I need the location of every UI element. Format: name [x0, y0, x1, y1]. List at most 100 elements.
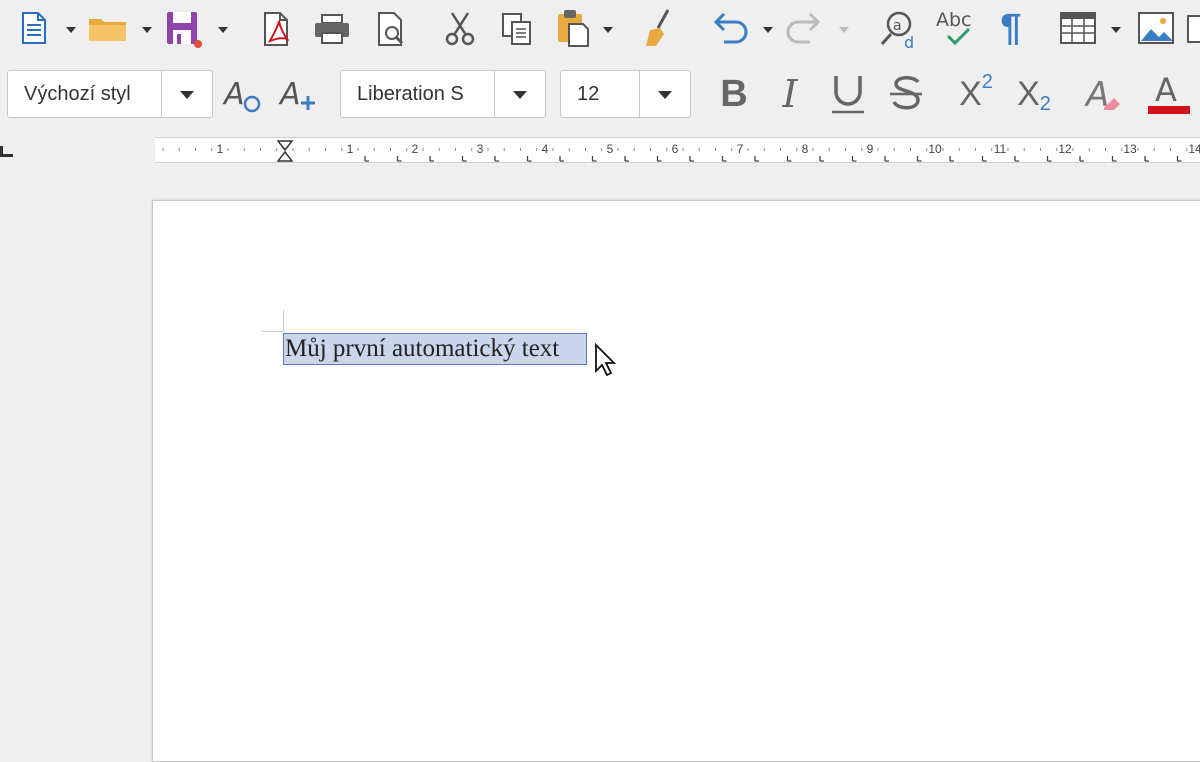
ruler-label: 10 [928, 142, 942, 156]
new-dropdown-arrow[interactable] [66, 27, 76, 33]
underline-icon[interactable] [826, 70, 870, 118]
cut-icon[interactable] [442, 10, 478, 48]
ruler-label: 1 [347, 142, 354, 156]
ruler-label: 14 [1188, 142, 1200, 156]
open-folder-icon[interactable] [86, 12, 130, 44]
ruler-tab-stop [1014, 156, 1019, 162]
new-document-icon[interactable] [18, 10, 50, 46]
ruler-label: 9 [867, 142, 874, 156]
ruler-tab-stop [624, 156, 629, 162]
ruler-tab-stop [981, 156, 987, 162]
svg-text:A: A [1155, 71, 1177, 109]
svg-text:A: A [278, 77, 301, 112]
ruler-tab-stop [949, 156, 954, 162]
export-pdf-icon[interactable] [258, 10, 294, 48]
ruler-tab-stop [1111, 156, 1117, 162]
new-style-icon[interactable]: A [278, 74, 320, 116]
ruler-tab-stop [656, 156, 662, 162]
ruler-tab-stop [1176, 156, 1182, 162]
paragraph-style-dropdown[interactable] [161, 71, 212, 117]
print-preview-icon[interactable] [372, 10, 412, 48]
paragraph-style-combo[interactable]: Výchozí styl [7, 70, 213, 118]
ruler-label: 2 [412, 142, 419, 156]
ruler-tab-stop [429, 156, 434, 162]
paste-dropdown-arrow[interactable] [603, 27, 613, 33]
insert-image-icon[interactable] [1136, 10, 1176, 46]
paragraph-style-value: Výchozí styl [24, 83, 131, 105]
ruler-tab-stop [916, 156, 922, 162]
font-color-icon[interactable]: A [1146, 70, 1192, 118]
text-boundary-v [283, 310, 284, 332]
insert-table-icon[interactable] [1058, 10, 1098, 46]
bold-icon[interactable]: B [714, 70, 754, 118]
italic-icon[interactable]: I [772, 70, 808, 118]
font-name-value: Liberation S [357, 83, 464, 105]
ruler-tab-stop [494, 156, 499, 162]
undo-icon[interactable] [708, 10, 752, 46]
ruler-tab-stop [754, 156, 759, 162]
font-name-combo[interactable]: Liberation S [340, 70, 546, 118]
ruler-tab-stop [786, 156, 792, 162]
font-size-value: 12 [577, 83, 600, 105]
superscript-icon[interactable]: X2 [952, 70, 1000, 118]
mouse-cursor-icon [594, 342, 617, 382]
redo-dropdown-arrow[interactable] [839, 27, 849, 33]
ruler-tab-stop [591, 156, 597, 162]
superscript-exponent: 2 [981, 70, 993, 93]
ruler-label: 12 [1058, 142, 1072, 156]
more-icon[interactable] [1186, 14, 1200, 44]
ruler-tab-stop [526, 156, 532, 162]
print-icon[interactable] [312, 12, 352, 46]
undo-dropdown-arrow[interactable] [763, 27, 773, 33]
ruler-label: 6 [672, 142, 679, 156]
ruler-ticks: 1 1 2 3 4 5 6 7 8 9 10 11 12 13 14 [162, 142, 1200, 162]
ruler-tab-stop [1046, 156, 1052, 162]
font-size-combo[interactable]: 12 [560, 70, 691, 118]
font-name-dropdown[interactable] [494, 71, 545, 117]
save-dropdown-arrow[interactable] [218, 27, 228, 33]
update-style-icon[interactable]: A [222, 74, 264, 116]
save-icon[interactable] [164, 10, 204, 48]
ruler-tab-stop [559, 156, 564, 162]
text-boundary-h [262, 331, 283, 332]
ruler-tab-stop [851, 156, 857, 162]
superscript-x: X [959, 74, 982, 113]
spellcheck-label: Abc [936, 9, 972, 31]
subscript-x: X [1017, 74, 1040, 113]
ruler-tab-stop [884, 156, 889, 162]
ruler-tab-stop [1079, 156, 1084, 162]
copy-icon[interactable] [498, 10, 536, 48]
ruler-tab-stop [461, 156, 467, 162]
ruler-tab-stop [396, 156, 402, 162]
horizontal-ruler[interactable]: 1 1 2 3 4 5 6 7 8 9 10 11 12 13 14 [155, 137, 1200, 163]
redo-icon[interactable] [782, 10, 826, 46]
strikethrough-icon[interactable] [884, 70, 928, 118]
ruler-label: 3 [477, 142, 484, 156]
paste-icon[interactable] [554, 8, 592, 48]
ruler-tab-stop [364, 156, 369, 162]
clone-formatting-icon[interactable] [640, 8, 678, 48]
tab-stop-selector[interactable] [0, 146, 13, 157]
svg-text:d: d [904, 33, 914, 50]
document-text[interactable]: Můj první automatický text [285, 333, 559, 365]
ruler-label: 11 [994, 142, 1007, 156]
ruler-label: 5 [607, 142, 614, 156]
table-dropdown-arrow[interactable] [1111, 27, 1121, 33]
ruler-tab-stop [819, 156, 824, 162]
ruler-tab-stop [689, 156, 694, 162]
ruler-label: 7 [737, 142, 744, 156]
find-replace-icon[interactable]: ad [878, 8, 922, 50]
ruler-label: 1 [217, 142, 224, 156]
open-dropdown-arrow[interactable] [142, 27, 152, 33]
ruler-tab-stop [721, 156, 727, 162]
indent-marker[interactable] [276, 140, 294, 167]
svg-text:A: A [222, 77, 245, 112]
formatting-marks-icon[interactable]: ¶ [994, 7, 1028, 49]
font-size-dropdown[interactable] [639, 71, 690, 117]
document-page[interactable] [152, 200, 1200, 762]
svg-text:a: a [893, 18, 902, 34]
clear-formatting-icon[interactable]: A [1080, 70, 1128, 118]
spellcheck-icon[interactable]: Abc [934, 6, 978, 50]
ruler-label: 4 [542, 142, 549, 156]
subscript-icon[interactable]: X2 [1010, 70, 1058, 118]
